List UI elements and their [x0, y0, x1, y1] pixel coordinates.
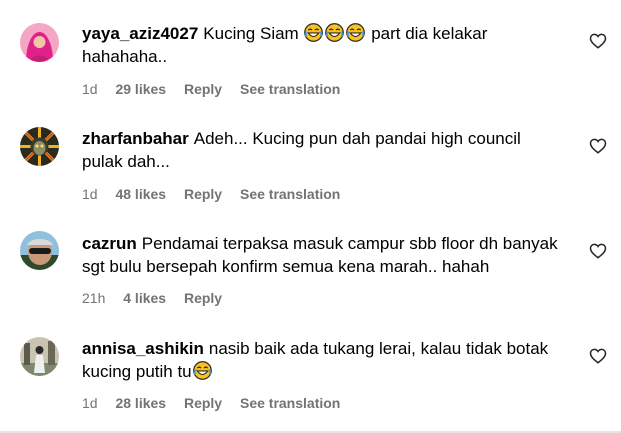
likes-count[interactable]: 4 likes — [123, 290, 166, 306]
avatar[interactable] — [20, 127, 59, 166]
likes-count[interactable]: 28 likes — [115, 395, 166, 411]
comment-item: annisa_ashikin nasib baik ada tukang lera… — [0, 315, 621, 420]
comment-text: cazrun Pendamai terpaksa masuk campur sbb… — [82, 232, 562, 278]
reply-button[interactable]: Reply — [184, 186, 222, 202]
comment-timestamp[interactable]: 21h — [82, 290, 105, 306]
comment-timestamp[interactable]: 1d — [82, 81, 98, 97]
comment-username[interactable]: annisa_ashikin — [82, 339, 204, 358]
heart-icon[interactable] — [589, 137, 607, 155]
likes-count[interactable]: 29 likes — [115, 81, 166, 97]
comment-username[interactable]: zharfanbahar — [82, 129, 189, 148]
likes-count[interactable]: 48 likes — [115, 186, 166, 202]
heart-icon[interactable] — [589, 347, 607, 365]
see-translation-link[interactable]: See translation — [240, 81, 340, 97]
see-translation-link[interactable]: See translation — [240, 395, 340, 411]
comment-text: annisa_ashikin nasib baik ada tukang lera… — [82, 337, 562, 383]
comment-item: zharfanbahar Adeh... Kucing pun dah panda… — [0, 105, 621, 210]
comment-meta: 21h 4 likes Reply — [82, 289, 236, 307]
laughing-emoji-icon — [346, 23, 366, 42]
reply-button[interactable]: Reply — [184, 290, 222, 306]
see-translation-link[interactable]: See translation — [240, 186, 340, 202]
laughing-emoji-group — [303, 23, 371, 43]
laughing-emoji-icon — [192, 361, 212, 380]
reply-button[interactable]: Reply — [184, 81, 222, 97]
reply-button[interactable]: Reply — [184, 395, 222, 411]
comment-body: Pendamai terpaksa masuk campur sbb floor… — [82, 234, 558, 276]
avatar[interactable] — [20, 23, 59, 62]
comment-meta: 1d 48 likes Reply See translation — [82, 185, 340, 203]
comment-username[interactable]: cazrun — [82, 234, 137, 253]
comment-meta: 1d 29 likes Reply See translation — [82, 80, 340, 98]
laughing-emoji-icon — [304, 23, 324, 42]
comment-item: yaya_aziz4027 Kucing Siam part dia kelaka… — [0, 0, 621, 105]
comment-meta: 1d 28 likes Reply See translation — [82, 394, 340, 412]
comment-text: zharfanbahar Adeh... Kucing pun dah panda… — [82, 127, 562, 173]
comment-username[interactable]: yaya_aziz4027 — [82, 24, 198, 43]
avatar[interactable] — [20, 337, 59, 376]
comment-timestamp[interactable]: 1d — [82, 186, 98, 202]
heart-icon[interactable] — [589, 242, 607, 260]
avatar[interactable] — [20, 231, 59, 270]
laughing-emoji-group — [192, 361, 213, 381]
comment-body: Kucing Siam — [203, 24, 299, 43]
comment-text: yaya_aziz4027 Kucing Siam part dia kelaka… — [82, 22, 562, 68]
heart-icon[interactable] — [589, 32, 607, 50]
comment-item: cazrun Pendamai terpaksa masuk campur sbb… — [0, 210, 621, 315]
laughing-emoji-icon — [325, 23, 345, 42]
comment-timestamp[interactable]: 1d — [82, 395, 98, 411]
